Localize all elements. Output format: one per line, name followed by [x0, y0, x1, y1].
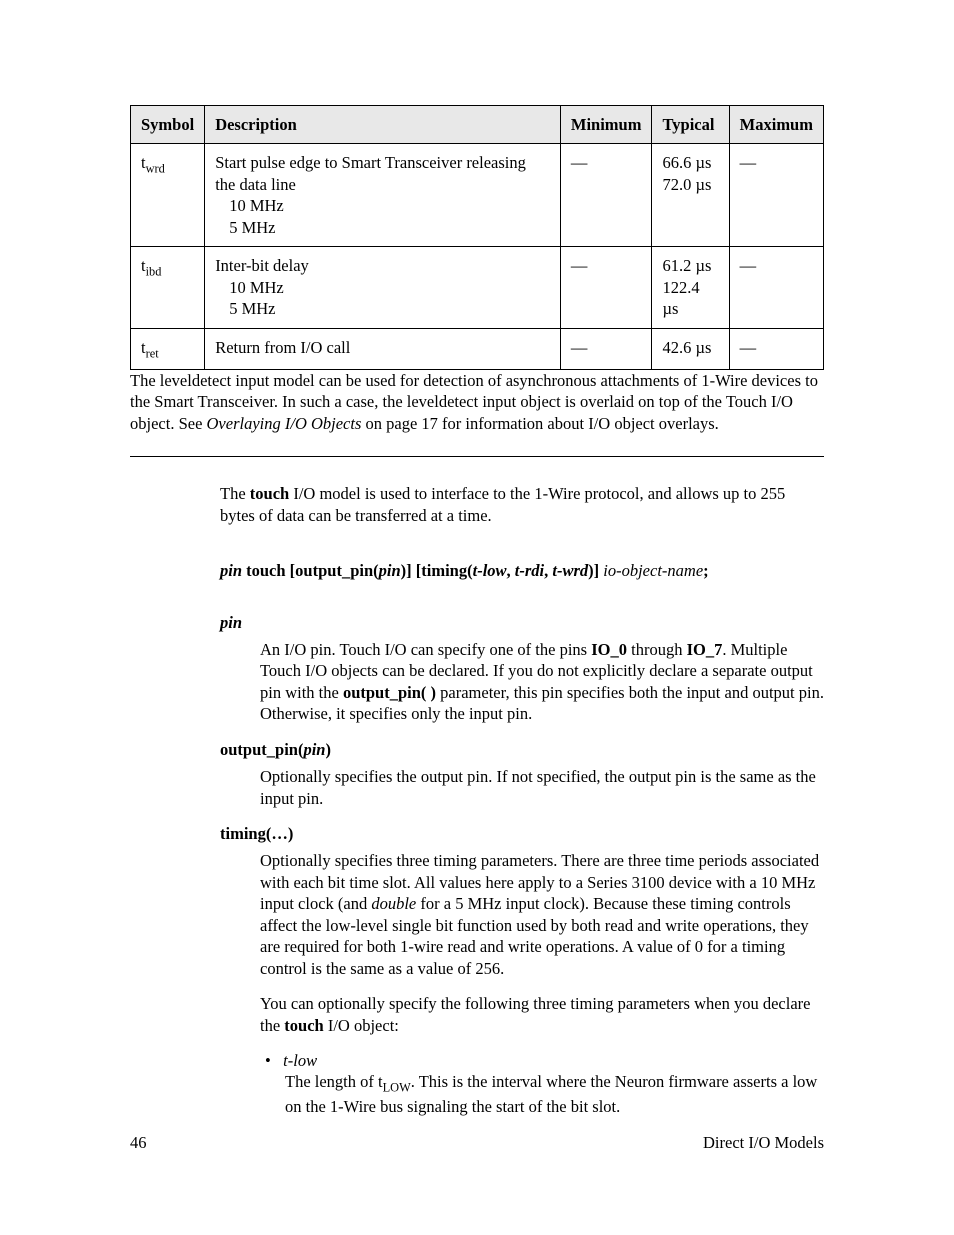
touch-intro: The touch I/O model is used to interface… — [220, 483, 824, 526]
cell-description: Return from I/O call — [205, 328, 561, 369]
param-timing-desc2: You can optionally specify the following… — [260, 993, 824, 1036]
param-outputpin-term: output_pin(pin) — [220, 739, 824, 760]
section-title: Direct I/O Models — [703, 1132, 824, 1153]
cell-symbol: tibd — [131, 247, 205, 328]
cell-description: Inter-bit delay 10 MHz 5 MHz — [205, 247, 561, 328]
cell-min: — — [560, 328, 652, 369]
page-number: 46 — [130, 1132, 147, 1153]
table-row: tibd Inter-bit delay 10 MHz 5 MHz — 61.2… — [131, 247, 824, 328]
bullet-tlow-body: The length of tLOW. This is the interval… — [285, 1071, 824, 1117]
table-row: tret Return from I/O call — 42.6 µs — — [131, 328, 824, 369]
col-description: Description — [205, 106, 561, 144]
col-symbol: Symbol — [131, 106, 205, 144]
param-timing-desc1: Optionally specifies three timing parame… — [260, 850, 824, 979]
cell-typ: 61.2 µs 122.4 µs — [652, 247, 729, 328]
timing-table: Symbol Description Minimum Typical Maxim… — [130, 105, 824, 370]
cell-symbol: tret — [131, 328, 205, 369]
param-pin-term: pin — [220, 612, 824, 633]
document-page: Symbol Description Minimum Typical Maxim… — [0, 0, 954, 1235]
param-timing-term: timing(…) — [220, 823, 824, 844]
bullet-tlow: • t-low — [285, 1050, 824, 1071]
syntax-declaration: pin touch [output_pin(pin)] [timing(t-lo… — [220, 560, 824, 581]
cell-description: Start pulse edge to Smart Transceiver re… — [205, 144, 561, 247]
col-maximum: Maximum — [729, 106, 823, 144]
cell-min: — — [560, 144, 652, 247]
page-footer: 46 Direct I/O Models — [130, 1132, 824, 1153]
col-minimum: Minimum — [560, 106, 652, 144]
cell-max: — — [729, 247, 823, 328]
table-header-row: Symbol Description Minimum Typical Maxim… — [131, 106, 824, 144]
section-divider — [130, 456, 824, 457]
cell-typ: 42.6 µs — [652, 328, 729, 369]
cell-min: — — [560, 247, 652, 328]
cell-symbol: twrd — [131, 144, 205, 247]
col-typical: Typical — [652, 106, 729, 144]
cell-max: — — [729, 144, 823, 247]
param-pin-desc: An I/O pin. Touch I/O can specify one of… — [260, 639, 824, 725]
param-outputpin-desc: Optionally specifies the output pin. If … — [260, 766, 824, 809]
cell-typ: 66.6 µs 72.0 µs — [652, 144, 729, 247]
table-row: twrd Start pulse edge to Smart Transceiv… — [131, 144, 824, 247]
leveldetect-note: The leveldetect input model can be used … — [130, 370, 824, 434]
cell-max: — — [729, 328, 823, 369]
